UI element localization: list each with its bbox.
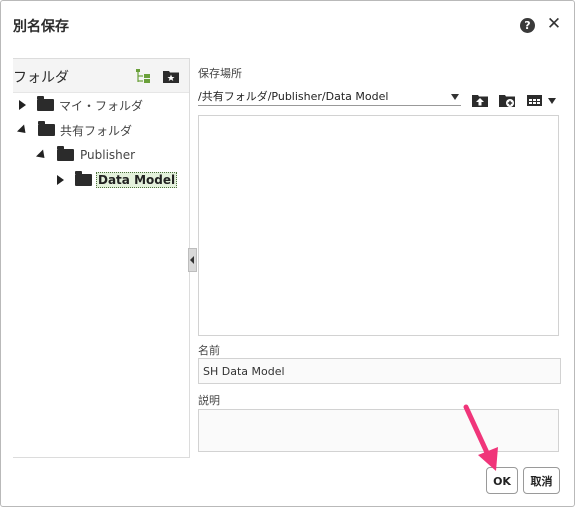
help-icon[interactable]: ? <box>520 18 535 33</box>
tree-item-shared-folder[interactable]: 共有フォルダ <box>16 120 133 140</box>
favorite-folder-icon[interactable] <box>163 69 179 83</box>
folder-icon <box>38 121 55 136</box>
expand-icon[interactable] <box>57 175 64 185</box>
tree-item-label: Publisher <box>80 148 136 162</box>
save-as-dialog: 別名保存 ? ✕ フォルダ マイ・フォルダ 共有フォルダ Publisher D… <box>0 0 575 507</box>
location-path-value: /共有フォルダ/Publisher/Data Model <box>198 90 389 103</box>
cancel-button[interactable]: 取消 <box>523 467 560 494</box>
tree-item-label: マイ・フォルダ <box>59 98 144 113</box>
tree-item-data-model[interactable]: Data Model <box>57 170 178 190</box>
folder-icon <box>57 146 74 161</box>
name-input[interactable]: SH Data Model <box>198 358 561 384</box>
tree-item-label-selected: Data Model <box>96 172 178 188</box>
tree-item-my-folder[interactable]: マイ・フォルダ <box>19 95 143 115</box>
description-label: 説明 <box>198 394 220 407</box>
folder-contents-area[interactable] <box>198 115 559 336</box>
chevron-down-icon <box>451 94 459 100</box>
folder-icon <box>37 96 54 111</box>
folder-pane-header: フォルダ <box>13 59 189 93</box>
annotation-arrow-icon <box>463 404 498 471</box>
name-label: 名前 <box>198 344 220 357</box>
location-label: 保存場所 <box>198 67 242 80</box>
expand-icon[interactable] <box>19 100 26 110</box>
collapse-pane-icon <box>190 256 194 264</box>
tree-view-icon[interactable] <box>135 68 151 84</box>
collapse-icon[interactable] <box>35 148 49 162</box>
pane-splitter[interactable] <box>188 248 197 272</box>
location-path-select[interactable]: /共有フォルダ/Publisher/Data Model <box>198 89 461 106</box>
close-icon[interactable]: ✕ <box>546 15 562 33</box>
collapse-icon[interactable] <box>16 123 30 137</box>
view-options-icon[interactable] <box>522 85 564 113</box>
dialog-title: 別名保存 <box>13 19 69 35</box>
folder-icon <box>75 171 92 186</box>
folder-pane-title: フォルダ <box>13 70 69 86</box>
new-folder-icon[interactable] <box>494 85 520 113</box>
folder-pane: フォルダ マイ・フォルダ 共有フォルダ Publisher Data Model <box>13 58 190 458</box>
tree-item-label: 共有フォルダ <box>60 123 133 138</box>
upload-folder-icon[interactable] <box>467 85 493 113</box>
tree-item-publisher[interactable]: Publisher <box>35 145 136 165</box>
